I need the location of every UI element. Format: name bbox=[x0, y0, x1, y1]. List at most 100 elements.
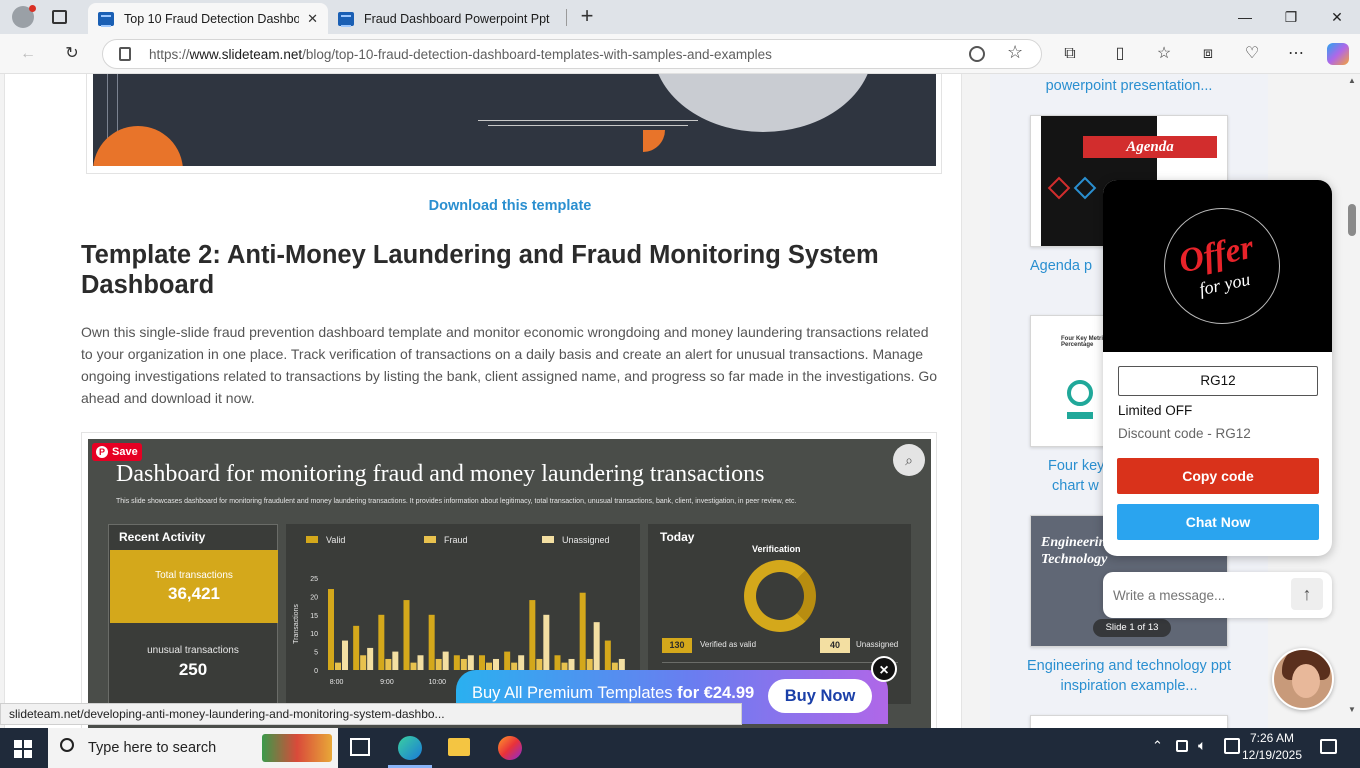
more-menu-icon[interactable]: ⋯ bbox=[1284, 42, 1308, 66]
taskbar-date[interactable]: 12/19/2025 bbox=[1240, 748, 1304, 762]
bar-valid bbox=[403, 600, 410, 670]
url-domain: www.slideteam.net bbox=[189, 47, 303, 62]
volume-icon[interactable]: 🔈︎ bbox=[1198, 737, 1206, 754]
split-screen-icon[interactable]: ▯ bbox=[1108, 42, 1132, 66]
y-tick-label: 0 bbox=[314, 668, 318, 675]
tab-divider bbox=[566, 9, 567, 26]
four-key-caption-line2: chart w bbox=[1052, 478, 1099, 494]
bar-unassigned bbox=[518, 655, 525, 670]
recent-activity-panel: Recent Activity Total transactions 36,42… bbox=[108, 524, 278, 704]
buy-now-button[interactable]: Buy Now bbox=[768, 679, 872, 713]
agenda-caption: Agenda p bbox=[1030, 258, 1093, 274]
x-tick-label: 8:00 bbox=[330, 679, 344, 686]
legend-label-valid: Valid bbox=[326, 535, 345, 545]
bar-unassigned bbox=[493, 658, 499, 670]
url-path: /blog/top-10-fraud-detection-dashboard-t… bbox=[302, 47, 772, 62]
scroll-thumb[interactable] bbox=[1348, 204, 1356, 236]
copy-code-button[interactable]: Copy code bbox=[1117, 458, 1319, 494]
total-transactions-tile: Total transactions 36,421 bbox=[110, 550, 278, 623]
bar-fraud bbox=[410, 662, 417, 670]
new-tab-icon[interactable]: + bbox=[576, 3, 598, 29]
x-tick-label: 10:00 bbox=[428, 679, 446, 686]
today-label: Today bbox=[660, 530, 695, 544]
address-bar[interactable]: https://www.slideteam.net/blog/top-10-fr… bbox=[102, 39, 1042, 69]
url-text[interactable]: https://www.slideteam.net/blog/top-10-fr… bbox=[149, 47, 772, 62]
bar-fraud bbox=[335, 662, 341, 670]
download-template-link[interactable]: Download this template bbox=[0, 198, 1020, 214]
taskbar-search-placeholder: Type here to search bbox=[88, 740, 217, 756]
bar-fraud bbox=[561, 662, 568, 670]
file-explorer-icon[interactable] bbox=[448, 738, 470, 756]
taskbar-time[interactable]: 7:26 AM bbox=[1240, 731, 1304, 745]
team-reorganizing-thumbnail[interactable] bbox=[1030, 715, 1228, 728]
restore-icon[interactable]: ❐ bbox=[1268, 5, 1314, 29]
verification-label: Verification bbox=[752, 544, 801, 554]
unusual-transactions-value: 250 bbox=[178, 660, 208, 679]
bar-fraud bbox=[435, 658, 442, 670]
chat-message-input[interactable] bbox=[1113, 584, 1283, 606]
tab-close-icon[interactable]: ✕ bbox=[307, 11, 318, 27]
discount-code-field[interactable]: RG12 bbox=[1118, 366, 1318, 396]
bar-fraud bbox=[611, 662, 618, 670]
bar-unassigned bbox=[442, 651, 449, 670]
visual-search-icon[interactable]: ⌕ bbox=[893, 444, 925, 476]
reading-mode-icon[interactable] bbox=[969, 46, 985, 62]
y-tick-label: 5 bbox=[314, 650, 318, 657]
chat-now-button[interactable]: Chat Now bbox=[1117, 504, 1319, 540]
related-template-link-1[interactable]: powerpoint presentation... bbox=[1020, 76, 1238, 96]
notifications-icon[interactable] bbox=[1320, 739, 1337, 754]
minimize-icon[interactable]: — bbox=[1222, 5, 1268, 29]
chat-agent-avatar[interactable] bbox=[1272, 648, 1334, 710]
discount-code-label: Discount code - RG12 bbox=[1118, 426, 1251, 441]
copilot-icon[interactable] bbox=[1327, 43, 1349, 65]
close-buy-bar-icon[interactable]: × bbox=[871, 656, 897, 682]
slide-title: Dashboard for monitoring fraud and money… bbox=[116, 461, 765, 487]
y-tick-label: 20 bbox=[310, 594, 318, 601]
bar-fraud bbox=[385, 658, 392, 670]
taskbar-search-box[interactable]: Type here to search bbox=[48, 728, 338, 768]
favorites-icon[interactable]: ☆ bbox=[1152, 42, 1176, 66]
favorite-star-icon[interactable]: ☆ bbox=[1007, 42, 1023, 63]
site-info-icon[interactable] bbox=[119, 47, 131, 61]
buy-premium-price: for €24.99 bbox=[677, 684, 755, 702]
scroll-up-arrow-icon[interactable]: ▲ bbox=[1348, 76, 1356, 85]
scroll-down-arrow-icon[interactable]: ▼ bbox=[1348, 705, 1356, 714]
network-icon[interactable] bbox=[1176, 740, 1188, 752]
bar-fraud bbox=[536, 658, 543, 670]
legend-swatch-valid bbox=[306, 536, 318, 543]
bar-unassigned bbox=[593, 622, 600, 670]
refresh-icon[interactable]: ↻ bbox=[60, 42, 84, 66]
today-divider bbox=[662, 662, 898, 663]
collections-icon[interactable]: ⧈ bbox=[1196, 42, 1220, 66]
extensions-icon[interactable]: ⧉ bbox=[1058, 42, 1082, 66]
total-transactions-label: Total transactions bbox=[155, 570, 233, 581]
x-tick-label: 9:00 bbox=[380, 679, 394, 686]
firefox-icon[interactable] bbox=[498, 736, 522, 760]
agenda-thumb-title: Agenda bbox=[1083, 136, 1217, 158]
tab-actions-icon[interactable] bbox=[52, 10, 67, 24]
tab-fraud-detection[interactable]: Top 10 Fraud Detection Dashboar ✕ bbox=[88, 3, 328, 34]
tab-title: Fraud Dashboard Powerpoint Ppt bbox=[364, 11, 550, 26]
related-template-link-3[interactable]: Four key chart w bbox=[1030, 456, 1110, 496]
bar-valid bbox=[378, 614, 385, 670]
search-icon bbox=[60, 738, 74, 752]
related-template-link-4[interactable]: Engineering and technology ppt inspirati… bbox=[1020, 656, 1238, 696]
close-window-icon[interactable]: ✕ bbox=[1314, 5, 1360, 29]
browser-essentials-icon[interactable]: ♡ bbox=[1240, 42, 1264, 66]
pinterest-save-button[interactable]: Save bbox=[92, 443, 142, 461]
profile-avatar[interactable] bbox=[12, 5, 36, 28]
task-view-icon[interactable] bbox=[350, 738, 370, 756]
edge-taskbar-icon[interactable] bbox=[398, 736, 422, 760]
back-icon[interactable]: ← bbox=[16, 42, 40, 66]
bar-unassigned bbox=[392, 651, 399, 670]
tray-chevron-icon[interactable]: ⌃ bbox=[1152, 738, 1163, 754]
input-language-icon[interactable] bbox=[1224, 738, 1240, 754]
search-highlight-icon bbox=[262, 734, 332, 762]
page-scrollbar[interactable]: ▲ ▼ bbox=[1344, 74, 1360, 728]
windows-start-icon[interactable] bbox=[14, 740, 32, 758]
template-1-image[interactable] bbox=[93, 74, 936, 166]
bar-valid bbox=[453, 655, 460, 670]
unassigned-count-badge: 40 bbox=[820, 638, 850, 653]
send-arrow-icon[interactable]: ↑ bbox=[1291, 578, 1323, 610]
tab-fraud-dashboard[interactable]: Fraud Dashboard Powerpoint Ppt bbox=[328, 3, 564, 34]
